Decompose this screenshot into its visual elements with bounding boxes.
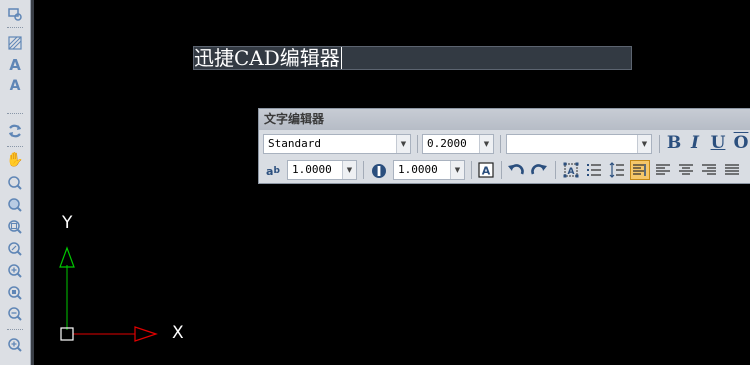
- palette-divider: [7, 146, 23, 148]
- hatch-icon[interactable]: [5, 33, 25, 53]
- toolbar-title[interactable]: 文字编辑器: [259, 109, 750, 130]
- align-center-icon[interactable]: [676, 160, 696, 180]
- zoom-window-icon[interactable]: [5, 217, 25, 237]
- width-factor-value: 1.0000: [292, 163, 332, 176]
- symbol-insert-button[interactable]: A: [476, 160, 496, 180]
- italic-button[interactable]: I: [685, 133, 705, 153]
- ucs-icon: Y X: [55, 205, 195, 345]
- zoom-realtime-icon[interactable]: [5, 173, 25, 193]
- palette-divider: [7, 27, 23, 29]
- zoom-dynamic-icon[interactable]: [5, 239, 25, 259]
- text-style-select[interactable]: Standard ▼: [263, 134, 411, 154]
- align-left-icon[interactable]: [653, 160, 673, 180]
- toolbar-divider: [363, 161, 364, 179]
- underline-button[interactable]: U: [708, 133, 728, 153]
- toolbar-divider: [500, 135, 501, 153]
- oblique-angle-icon: [369, 161, 389, 181]
- text-style-value: Standard: [268, 137, 321, 150]
- chevron-down-icon[interactable]: ▼: [479, 135, 493, 153]
- overline-button[interactable]: O: [731, 133, 750, 153]
- multiline-text-icon[interactable]: A: [5, 55, 25, 75]
- ucs-x-label: X: [172, 323, 184, 343]
- font-select[interactable]: ▼: [506, 134, 652, 154]
- svg-text:A: A: [482, 165, 491, 178]
- chevron-down-icon[interactable]: ▼: [342, 161, 356, 179]
- mtext-content[interactable]: 迅捷CAD编辑器: [194, 46, 340, 70]
- text-frame-button[interactable]: A: [561, 160, 581, 180]
- svg-text:A: A: [568, 167, 575, 177]
- chevron-down-icon[interactable]: ▼: [450, 161, 464, 179]
- zoom-all-icon[interactable]: [5, 283, 25, 303]
- redo-button[interactable]: [529, 160, 549, 180]
- bullet-list-icon[interactable]: [584, 160, 604, 180]
- oblique-angle-value: 1.0000: [398, 163, 438, 176]
- oblique-angle-input[interactable]: 1.0000 ▼: [393, 160, 465, 180]
- toolbar-divider: [659, 135, 660, 153]
- line-spacing-icon[interactable]: [607, 160, 627, 180]
- ucs-y-label: Y: [62, 213, 73, 233]
- width-factor-icon: ab: [266, 164, 280, 178]
- align-justify-icon[interactable]: [722, 160, 742, 180]
- pan-icon[interactable]: ✋: [5, 150, 25, 170]
- text-caret: [340, 47, 342, 69]
- text-editor-toolbar: 文字编辑器 Standard ▼ 0.2000 ▼ ▼ B I U O ab 1…: [258, 108, 750, 184]
- toolbar-divider: [471, 161, 472, 179]
- align-right-icon[interactable]: [699, 160, 719, 180]
- align-left-paragraph-button[interactable]: [630, 160, 650, 180]
- palette-divider: [7, 329, 23, 331]
- mtext-edit-box[interactable]: 迅捷CAD编辑器: [193, 46, 632, 70]
- text-height-value: 0.2000: [427, 137, 467, 150]
- text-height-select[interactable]: 0.2000 ▼: [422, 134, 494, 154]
- zoom-out-icon[interactable]: [5, 304, 25, 324]
- chevron-down-icon[interactable]: ▼: [637, 135, 651, 153]
- single-line-text-icon[interactable]: A: [5, 76, 25, 96]
- toolbar-divider: [417, 135, 418, 153]
- block-icon[interactable]: [5, 4, 25, 24]
- bold-button[interactable]: B: [664, 133, 684, 153]
- palette-divider: [7, 113, 23, 115]
- palette-splitter[interactable]: [31, 0, 34, 365]
- zoom-previous-icon[interactable]: [5, 195, 25, 215]
- regen-icon[interactable]: [5, 121, 25, 141]
- zoom-in-icon[interactable]: [5, 261, 25, 281]
- toolbar-divider: [555, 161, 556, 179]
- tool-palette: A A ✋: [0, 0, 31, 365]
- zoom-extents-icon[interactable]: [5, 335, 25, 355]
- toolbar-divider: [501, 161, 502, 179]
- chevron-down-icon[interactable]: ▼: [396, 135, 410, 153]
- width-factor-input[interactable]: 1.0000 ▼: [287, 160, 357, 180]
- undo-button[interactable]: [506, 160, 526, 180]
